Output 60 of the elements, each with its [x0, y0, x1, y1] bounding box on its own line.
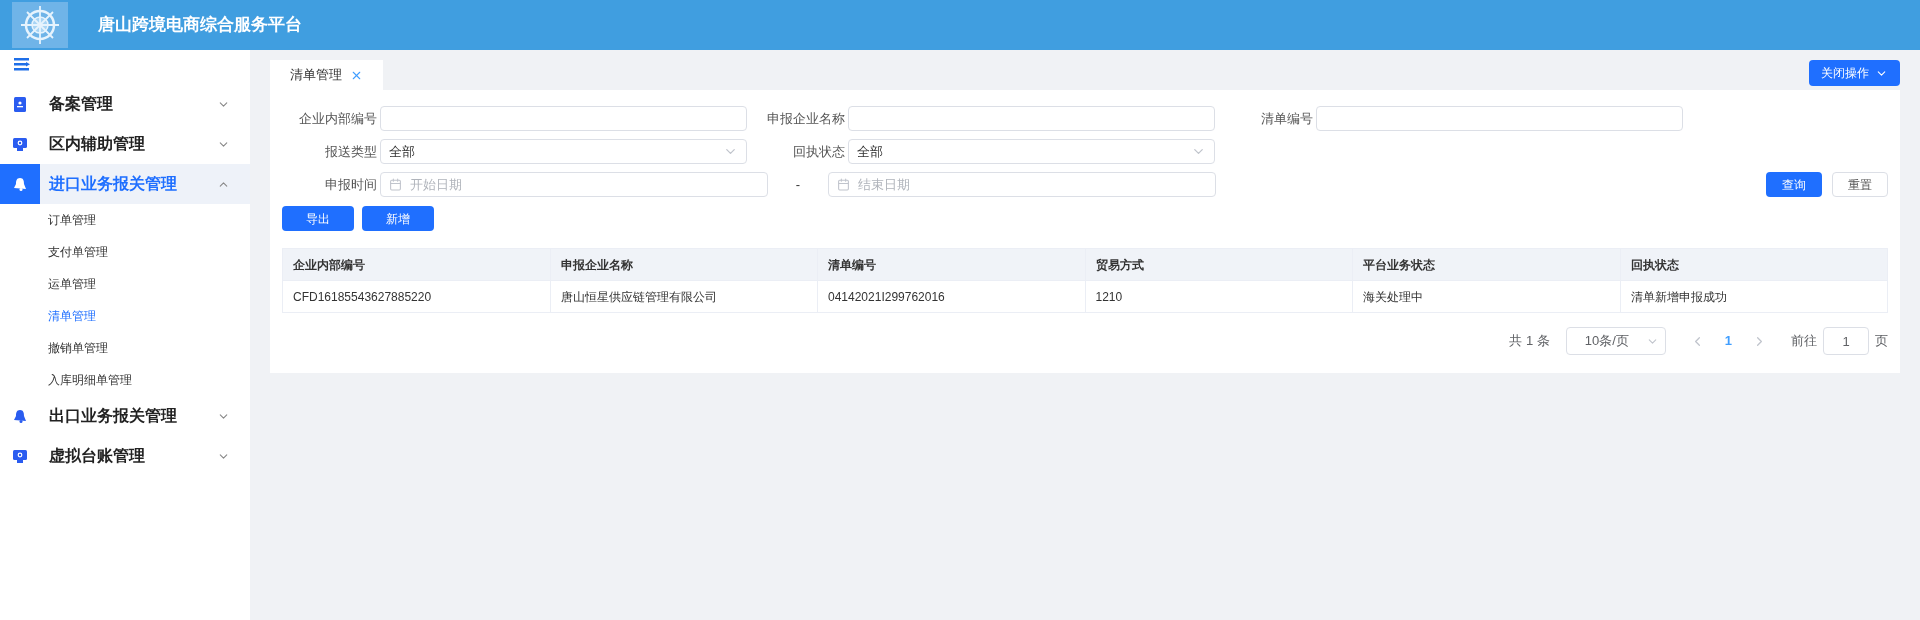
column-header: 回执状态 — [1620, 248, 1888, 281]
input-field[interactable] — [380, 106, 747, 131]
calendar-icon — [837, 178, 850, 191]
submenu-item[interactable]: 清单管理 — [48, 307, 96, 325]
document-icon — [14, 96, 26, 112]
menu-group[interactable]: 虚拟台账管理 — [0, 436, 250, 476]
table-cell: 海关处理中 — [1352, 280, 1620, 313]
submenu-item[interactable]: 入库明细单管理 — [48, 371, 132, 389]
menu-group-label: 进口业务报关管理 — [49, 174, 178, 194]
field-label: 申报时间 — [324, 175, 378, 194]
page-input[interactable]: 1 — [1823, 327, 1869, 355]
search-button[interactable]: 查询 — [1766, 172, 1822, 197]
reset-button[interactable]: 重置 — [1832, 172, 1888, 197]
submenu-item[interactable]: 撤销单管理 — [48, 339, 108, 357]
page-suffix: 页 — [1875, 332, 1888, 351]
submenu-item[interactable]: 订单管理 — [48, 211, 96, 229]
field-label: 清单编号 — [1260, 109, 1314, 128]
calendar-icon — [389, 178, 402, 191]
table-cell: 唐山恒星供应链管理有限公司 — [550, 280, 818, 313]
logo — [12, 2, 68, 48]
total-count: 共 1 条 — [1509, 332, 1550, 351]
field-label: 报送类型 — [324, 142, 378, 161]
page-tab[interactable]: 清单管理 — [270, 60, 383, 90]
menu-group[interactable]: 区内辅助管理 — [0, 124, 250, 164]
menu-group-label: 出口业务报关管理 — [49, 406, 178, 426]
field-label: 申报企业名称 — [766, 109, 846, 128]
monitor-icon — [13, 137, 27, 151]
column-header: 清单编号 — [817, 248, 1085, 281]
field-label: 企业内部编号 — [298, 109, 378, 128]
column-header: 企业内部编号 — [282, 248, 550, 281]
menu-group[interactable]: 备案管理 — [0, 84, 250, 124]
column-header: 贸易方式 — [1085, 248, 1353, 281]
range-separator: - — [794, 175, 802, 194]
app-title: 唐山跨境电商综合服务平台 — [98, 14, 302, 37]
close-operations-button[interactable]: 关闭操作 — [1809, 60, 1900, 86]
field-label: 回执状态 — [792, 142, 846, 161]
submenu-item[interactable]: 支付单管理 — [48, 243, 108, 261]
menu-group-label: 虚拟台账管理 — [49, 446, 146, 466]
select-field[interactable]: 全部 — [848, 139, 1215, 164]
column-header: 平台业务状态 — [1352, 248, 1620, 281]
bell-icon — [13, 177, 27, 191]
input-field[interactable] — [1316, 106, 1683, 131]
menu-group[interactable]: 出口业务报关管理 — [0, 396, 250, 436]
menu-group-label: 备案管理 — [49, 94, 114, 114]
action-button[interactable]: 新增 — [362, 206, 434, 231]
menu-group-label: 区内辅助管理 — [49, 134, 146, 154]
column-header: 申报企业名称 — [550, 248, 818, 281]
table-cell: 清单新增申报成功 — [1620, 280, 1888, 313]
bell-icon — [13, 409, 27, 423]
page-size-select[interactable]: 10条/页 — [1565, 327, 1666, 355]
goto-label: 前往 — [1791, 332, 1817, 351]
table-cell: 1210 — [1085, 280, 1353, 313]
select-field[interactable]: 全部 — [380, 139, 747, 164]
monitor-icon — [13, 449, 27, 463]
table-cell: 04142021I299762016 — [817, 280, 1085, 313]
table-cell: CFD16185543627885220 — [282, 280, 550, 313]
action-button[interactable]: 导出 — [282, 206, 354, 231]
submenu-item[interactable]: 运单管理 — [48, 275, 96, 293]
menu-group[interactable]: 进口业务报关管理 — [0, 164, 250, 204]
input-field[interactable] — [848, 106, 1215, 131]
